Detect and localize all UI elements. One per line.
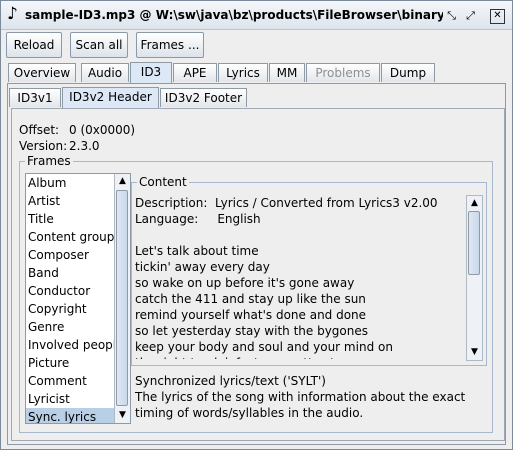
list-item[interactable]: Comment bbox=[26, 372, 114, 390]
tab-overview[interactable]: Overview bbox=[8, 63, 76, 82]
scrollbar-thumb[interactable] bbox=[468, 211, 480, 275]
tab-lyrics[interactable]: Lyrics bbox=[218, 63, 268, 82]
content-line: remind yourself what's done and done bbox=[135, 308, 367, 322]
content-line: catch the 411 and stay up like the sun bbox=[135, 292, 366, 306]
scroll-down-icon[interactable]: ▼ bbox=[467, 345, 482, 359]
tab-ape[interactable]: APE bbox=[173, 63, 217, 82]
content-line: so wake on up before it's gone away bbox=[135, 276, 355, 290]
scroll-up-icon[interactable]: ▲ bbox=[115, 174, 130, 188]
scroll-down-icon[interactable]: ▼ bbox=[115, 408, 130, 422]
version-value: 2.3.0 bbox=[69, 139, 100, 153]
offset-label: Offset: bbox=[19, 123, 60, 137]
frame-description-text: The lyrics of the song with information … bbox=[135, 390, 466, 420]
content-line: tickin' away every day bbox=[135, 260, 270, 274]
content-line: so let yesterday stay with the bygones bbox=[135, 324, 369, 338]
content-line: Description: Lyrics / Converted from Lyr… bbox=[135, 196, 438, 210]
list-item[interactable]: Artist bbox=[26, 192, 114, 210]
frames-list[interactable]: Album Artist Title Content group Composer Ban… bbox=[25, 173, 131, 424]
content-line: Language: English bbox=[135, 212, 261, 226]
list-item[interactable]: Band bbox=[26, 264, 114, 282]
title-bar[interactable]: ♪ sample-ID3.mp3 @ W:\sw\java\bz\product… bbox=[1, 1, 512, 30]
tab-dump[interactable]: Dump bbox=[381, 63, 435, 82]
subtab-id3v1[interactable]: ID3v1 bbox=[9, 88, 61, 107]
list-item[interactable]: Genre bbox=[26, 318, 114, 336]
tab-audio[interactable]: Audio bbox=[81, 63, 129, 82]
content-line bbox=[135, 227, 463, 243]
list-item[interactable]: Composer bbox=[26, 246, 114, 264]
list-item[interactable]: Sync. lyrics bbox=[26, 408, 114, 423]
reload-button[interactable]: Reload bbox=[6, 32, 62, 58]
list-item[interactable]: Lyricist bbox=[26, 390, 114, 408]
list-item[interactable]: Title bbox=[26, 210, 114, 228]
application-window: ♪ sample-ID3.mp3 @ W:\sw\java\bz\product… bbox=[0, 0, 513, 450]
content-group-title: Content bbox=[137, 175, 189, 189]
tab-id3[interactable]: ID3 bbox=[130, 62, 172, 83]
list-item[interactable]: Album bbox=[26, 174, 114, 192]
frame-description: Synchronized lyrics/text ('SYLT') The ly… bbox=[135, 373, 485, 421]
offset-value: 0 (0x0000) bbox=[69, 123, 136, 137]
tab-mm[interactable]: MM bbox=[269, 63, 305, 82]
frames-button[interactable]: Frames ... bbox=[136, 32, 204, 58]
content-line: the right track infact you gotta stay on bbox=[135, 355, 463, 359]
list-item[interactable]: Copyright bbox=[26, 300, 114, 318]
list-item[interactable]: Involved people bbox=[26, 336, 124, 354]
scroll-up-icon[interactable]: ▲ bbox=[467, 196, 482, 210]
close-icon[interactable]: ✕ bbox=[490, 9, 505, 24]
list-item[interactable]: Content group bbox=[26, 228, 114, 246]
content-line: keep your body and soul and your mind on bbox=[135, 340, 393, 354]
window-title: sample-ID3.mp3 @ W:\sw\java\bz\products\… bbox=[25, 8, 443, 22]
list-item[interactable]: Picture bbox=[26, 354, 114, 372]
music-note-icon: ♪ bbox=[7, 4, 18, 24]
minimize-icon[interactable]: ⤡ bbox=[445, 9, 458, 22]
frames-group-title: Frames bbox=[25, 154, 73, 168]
subtab-id3v2-footer[interactable]: ID3v2 Footer bbox=[160, 88, 247, 107]
content-text-area[interactable]: Description: Lyrics / Converted from Lyr… bbox=[135, 195, 463, 359]
tab-problems: Problems bbox=[306, 63, 380, 82]
frame-name: Synchronized lyrics/text ('SYLT') bbox=[135, 374, 326, 388]
frames-list-scrollbar[interactable]: ▲ ▼ bbox=[114, 174, 130, 423]
version-label: Version: bbox=[19, 139, 68, 153]
content-scrollbar[interactable]: ▲ ▼ bbox=[466, 195, 483, 361]
maximize-icon[interactable]: ⤢ bbox=[464, 9, 477, 22]
subtab-id3v2-header[interactable]: ID3v2 Header bbox=[62, 87, 159, 108]
list-item[interactable]: Conductor bbox=[26, 282, 114, 300]
scan-all-button[interactable]: Scan all bbox=[70, 32, 128, 58]
scrollbar-thumb[interactable] bbox=[116, 190, 128, 406]
content-line: Let's talk about time bbox=[135, 244, 259, 258]
